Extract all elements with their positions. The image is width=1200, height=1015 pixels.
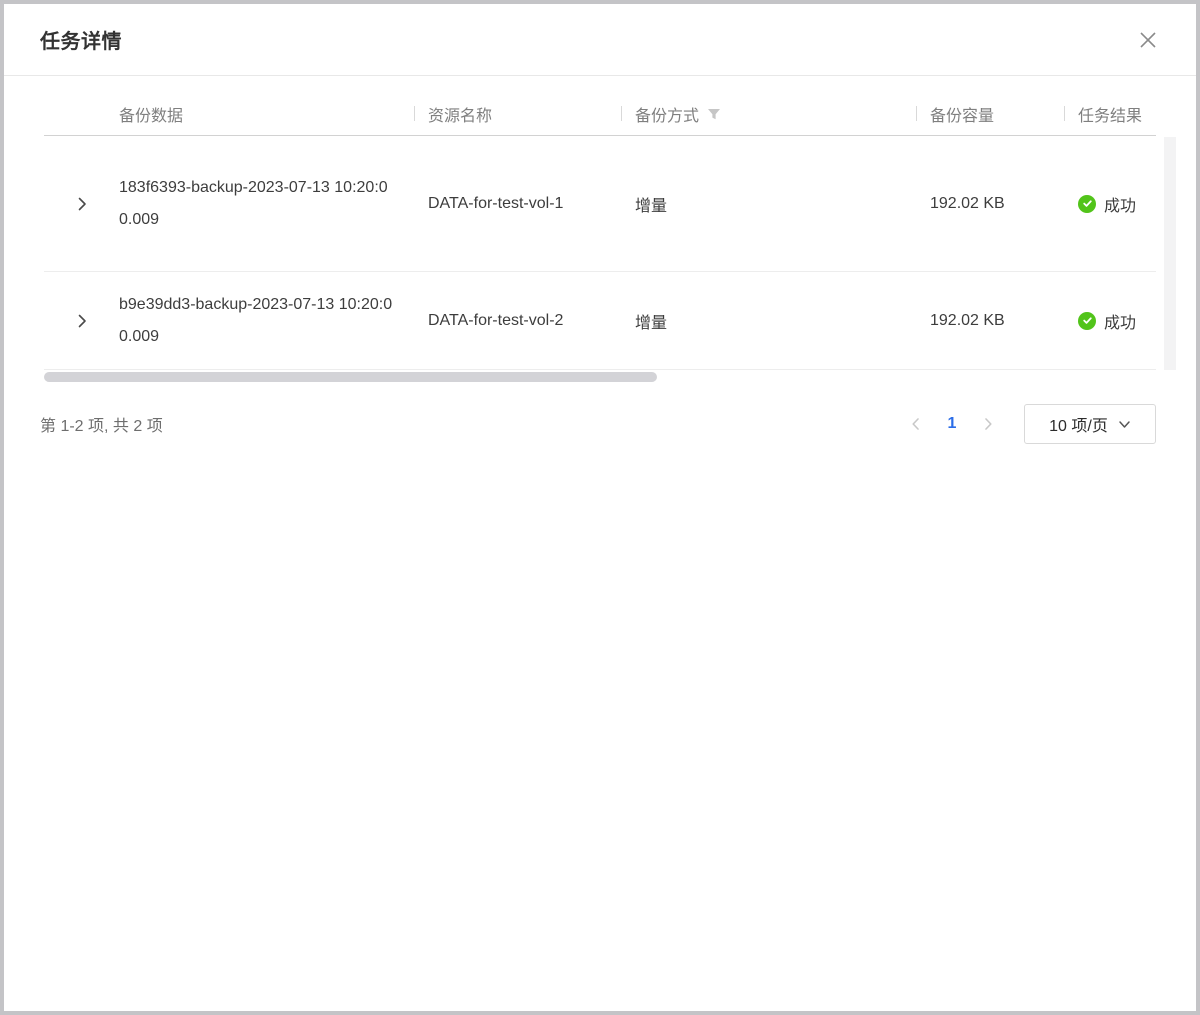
backup-size-cell: 192.02 KB [916,312,1064,330]
header-label: 任务结果 [1078,102,1142,126]
chevron-down-icon [1118,418,1131,431]
backup-method-cell: 增量 [621,192,916,216]
column-separator [1064,106,1065,121]
header-task-result: 任务结果 [1064,102,1164,126]
table-row: 183f6393-backup-2023-07-13 10:20:00.009 … [44,136,1156,272]
status-badge: 成功 [1078,192,1136,216]
table-row: b9e39dd3-backup-2023-07-13 10:20:00.009 … [44,272,1156,370]
task-details-dialog: 任务详情 备份数据 资源名称 备份方式 [0,0,1200,1015]
pagination-bar: 第 1-2 项, 共 2 项 1 10 项/页 [40,404,1156,444]
backup-method-cell: 增量 [621,309,916,333]
pager-controls: 1 10 项/页 [902,404,1156,444]
close-button[interactable] [1134,26,1162,54]
page-size-value: 10 项/页 [1049,412,1108,436]
expand-row-button[interactable] [68,307,96,335]
prev-page-button[interactable] [902,410,930,438]
header-label: 备份数据 [119,102,183,126]
close-icon [1137,29,1159,51]
chevron-right-icon [75,197,89,211]
horizontal-scrollbar-track[interactable] [44,372,1156,382]
page-number-1[interactable]: 1 [938,410,966,438]
dialog-title: 任务详情 [40,25,122,54]
header-backup-size: 备份容量 [916,102,1064,126]
header-backup-data: 备份数据 [119,102,414,126]
chevron-right-icon [75,314,89,328]
header-resource-name: 资源名称 [414,102,621,126]
task-details-table: 备份数据 资源名称 备份方式 备份容量 任务结果 [44,92,1156,370]
status-text: 成功 [1104,192,1136,216]
status-text: 成功 [1104,309,1136,333]
resource-name-cell: DATA-for-test-vol-1 [414,195,621,213]
backup-data-cell: 183f6393-backup-2023-07-13 10:20:00.009 [119,172,414,236]
header-label: 备份方式 [635,102,699,126]
chevron-right-icon [981,417,995,431]
dialog-header: 任务详情 [4,4,1196,76]
column-separator [916,106,917,121]
next-page-button[interactable] [974,410,1002,438]
header-label: 备份容量 [930,102,994,126]
header-label: 资源名称 [428,102,492,126]
check-circle-icon [1078,312,1096,330]
table-vertical-scrollbar-track[interactable] [1164,137,1176,370]
table-header-row: 备份数据 资源名称 备份方式 备份容量 任务结果 [44,92,1156,136]
chevron-left-icon [909,417,923,431]
resource-name-cell: DATA-for-test-vol-2 [414,312,621,330]
page-size-select[interactable]: 10 项/页 [1024,404,1156,444]
backup-size-cell: 192.02 KB [916,195,1064,213]
backup-data-cell: b9e39dd3-backup-2023-07-13 10:20:00.009 [119,289,414,353]
expand-row-button[interactable] [68,190,96,218]
horizontal-scrollbar-thumb[interactable] [44,372,657,382]
column-separator [621,106,622,121]
status-badge: 成功 [1078,309,1136,333]
column-separator [414,106,415,121]
funnel-filter-icon[interactable] [707,107,721,121]
header-backup-method: 备份方式 [621,102,916,126]
pagination-summary: 第 1-2 项, 共 2 项 [40,412,163,436]
check-circle-icon [1078,195,1096,213]
